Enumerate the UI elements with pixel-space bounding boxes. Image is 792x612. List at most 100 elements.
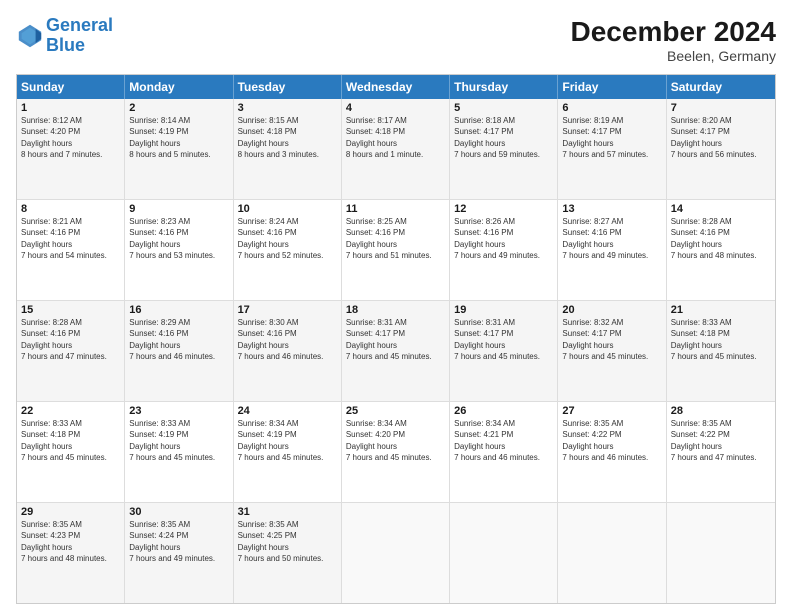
- calendar-day-10: 10 Sunrise: 8:24 AMSunset: 4:16 PMDaylig…: [234, 200, 342, 300]
- day-number: 29: [21, 506, 120, 518]
- day-info: Sunrise: 8:17 AMSunset: 4:18 PMDaylight …: [346, 116, 423, 159]
- header-day-saturday: Saturday: [667, 75, 775, 99]
- calendar-row-1: 1 Sunrise: 8:12 AMSunset: 4:20 PMDayligh…: [17, 99, 775, 200]
- day-number: 19: [454, 304, 553, 316]
- calendar-day-15: 15 Sunrise: 8:28 AMSunset: 4:16 PMDaylig…: [17, 301, 125, 401]
- calendar-empty-cell: [342, 503, 450, 603]
- day-number: 10: [238, 203, 337, 215]
- calendar-day-29: 29 Sunrise: 8:35 AMSunset: 4:23 PMDaylig…: [17, 503, 125, 603]
- day-info: Sunrise: 8:21 AMSunset: 4:16 PMDaylight …: [21, 217, 107, 260]
- day-info: Sunrise: 8:12 AMSunset: 4:20 PMDaylight …: [21, 116, 102, 159]
- day-number: 4: [346, 102, 445, 114]
- day-number: 25: [346, 405, 445, 417]
- day-number: 20: [562, 304, 661, 316]
- calendar-day-9: 9 Sunrise: 8:23 AMSunset: 4:16 PMDayligh…: [125, 200, 233, 300]
- calendar-day-17: 17 Sunrise: 8:30 AMSunset: 4:16 PMDaylig…: [234, 301, 342, 401]
- calendar-empty-cell: [667, 503, 775, 603]
- calendar-day-20: 20 Sunrise: 8:32 AMSunset: 4:17 PMDaylig…: [558, 301, 666, 401]
- calendar-day-4: 4 Sunrise: 8:17 AMSunset: 4:18 PMDayligh…: [342, 99, 450, 199]
- calendar-day-5: 5 Sunrise: 8:18 AMSunset: 4:17 PMDayligh…: [450, 99, 558, 199]
- header-day-thursday: Thursday: [450, 75, 558, 99]
- day-info: Sunrise: 8:25 AMSunset: 4:16 PMDaylight …: [346, 217, 432, 260]
- calendar-day-6: 6 Sunrise: 8:19 AMSunset: 4:17 PMDayligh…: [558, 99, 666, 199]
- calendar: SundayMondayTuesdayWednesdayThursdayFrid…: [16, 74, 776, 604]
- calendar-row-2: 8 Sunrise: 8:21 AMSunset: 4:16 PMDayligh…: [17, 200, 775, 301]
- day-number: 3: [238, 102, 337, 114]
- day-info: Sunrise: 8:23 AMSunset: 4:16 PMDaylight …: [129, 217, 215, 260]
- day-number: 28: [671, 405, 771, 417]
- day-number: 5: [454, 102, 553, 114]
- main-title: December 2024: [571, 16, 776, 48]
- calendar-body: 1 Sunrise: 8:12 AMSunset: 4:20 PMDayligh…: [17, 99, 775, 603]
- calendar-day-24: 24 Sunrise: 8:34 AMSunset: 4:19 PMDaylig…: [234, 402, 342, 502]
- title-area: December 2024 Beelen, Germany: [571, 16, 776, 64]
- day-info: Sunrise: 8:35 AMSunset: 4:24 PMDaylight …: [129, 520, 215, 563]
- calendar-row-4: 22 Sunrise: 8:33 AMSunset: 4:18 PMDaylig…: [17, 402, 775, 503]
- calendar-header: SundayMondayTuesdayWednesdayThursdayFrid…: [17, 75, 775, 99]
- day-number: 17: [238, 304, 337, 316]
- day-number: 7: [671, 102, 771, 114]
- calendar-day-27: 27 Sunrise: 8:35 AMSunset: 4:22 PMDaylig…: [558, 402, 666, 502]
- day-info: Sunrise: 8:27 AMSunset: 4:16 PMDaylight …: [562, 217, 648, 260]
- day-info: Sunrise: 8:19 AMSunset: 4:17 PMDaylight …: [562, 116, 648, 159]
- day-number: 2: [129, 102, 228, 114]
- subtitle: Beelen, Germany: [571, 48, 776, 64]
- calendar-day-3: 3 Sunrise: 8:15 AMSunset: 4:18 PMDayligh…: [234, 99, 342, 199]
- logo-area: General Blue: [16, 16, 113, 56]
- day-number: 6: [562, 102, 661, 114]
- calendar-day-25: 25 Sunrise: 8:34 AMSunset: 4:20 PMDaylig…: [342, 402, 450, 502]
- header-day-wednesday: Wednesday: [342, 75, 450, 99]
- day-number: 30: [129, 506, 228, 518]
- day-info: Sunrise: 8:34 AMSunset: 4:21 PMDaylight …: [454, 419, 540, 462]
- logo-line1: General: [46, 15, 113, 35]
- day-number: 14: [671, 203, 771, 215]
- day-number: 1: [21, 102, 120, 114]
- day-number: 31: [238, 506, 337, 518]
- calendar-day-12: 12 Sunrise: 8:26 AMSunset: 4:16 PMDaylig…: [450, 200, 558, 300]
- day-info: Sunrise: 8:14 AMSunset: 4:19 PMDaylight …: [129, 116, 210, 159]
- calendar-day-11: 11 Sunrise: 8:25 AMSunset: 4:16 PMDaylig…: [342, 200, 450, 300]
- calendar-day-26: 26 Sunrise: 8:34 AMSunset: 4:21 PMDaylig…: [450, 402, 558, 502]
- header: General Blue December 2024 Beelen, Germa…: [16, 16, 776, 64]
- day-info: Sunrise: 8:33 AMSunset: 4:19 PMDaylight …: [129, 419, 215, 462]
- day-info: Sunrise: 8:33 AMSunset: 4:18 PMDaylight …: [21, 419, 107, 462]
- day-info: Sunrise: 8:35 AMSunset: 4:22 PMDaylight …: [562, 419, 648, 462]
- logo-icon: [16, 22, 44, 50]
- calendar-day-18: 18 Sunrise: 8:31 AMSunset: 4:17 PMDaylig…: [342, 301, 450, 401]
- day-info: Sunrise: 8:30 AMSunset: 4:16 PMDaylight …: [238, 318, 324, 361]
- day-info: Sunrise: 8:32 AMSunset: 4:17 PMDaylight …: [562, 318, 648, 361]
- calendar-day-28: 28 Sunrise: 8:35 AMSunset: 4:22 PMDaylig…: [667, 402, 775, 502]
- day-info: Sunrise: 8:34 AMSunset: 4:20 PMDaylight …: [346, 419, 432, 462]
- day-info: Sunrise: 8:35 AMSunset: 4:25 PMDaylight …: [238, 520, 324, 563]
- calendar-day-22: 22 Sunrise: 8:33 AMSunset: 4:18 PMDaylig…: [17, 402, 125, 502]
- header-day-monday: Monday: [125, 75, 233, 99]
- day-number: 12: [454, 203, 553, 215]
- day-info: Sunrise: 8:24 AMSunset: 4:16 PMDaylight …: [238, 217, 324, 260]
- logo-line2: Blue: [46, 35, 85, 55]
- day-number: 11: [346, 203, 445, 215]
- day-number: 26: [454, 405, 553, 417]
- day-info: Sunrise: 8:28 AMSunset: 4:16 PMDaylight …: [671, 217, 757, 260]
- calendar-day-14: 14 Sunrise: 8:28 AMSunset: 4:16 PMDaylig…: [667, 200, 775, 300]
- calendar-day-30: 30 Sunrise: 8:35 AMSunset: 4:24 PMDaylig…: [125, 503, 233, 603]
- calendar-day-23: 23 Sunrise: 8:33 AMSunset: 4:19 PMDaylig…: [125, 402, 233, 502]
- day-info: Sunrise: 8:35 AMSunset: 4:23 PMDaylight …: [21, 520, 107, 563]
- day-number: 24: [238, 405, 337, 417]
- header-day-tuesday: Tuesday: [234, 75, 342, 99]
- day-number: 23: [129, 405, 228, 417]
- day-info: Sunrise: 8:28 AMSunset: 4:16 PMDaylight …: [21, 318, 107, 361]
- calendar-day-2: 2 Sunrise: 8:14 AMSunset: 4:19 PMDayligh…: [125, 99, 233, 199]
- day-info: Sunrise: 8:18 AMSunset: 4:17 PMDaylight …: [454, 116, 540, 159]
- day-number: 9: [129, 203, 228, 215]
- day-info: Sunrise: 8:15 AMSunset: 4:18 PMDaylight …: [238, 116, 319, 159]
- day-info: Sunrise: 8:31 AMSunset: 4:17 PMDaylight …: [346, 318, 432, 361]
- day-info: Sunrise: 8:20 AMSunset: 4:17 PMDaylight …: [671, 116, 757, 159]
- day-number: 16: [129, 304, 228, 316]
- calendar-row-3: 15 Sunrise: 8:28 AMSunset: 4:16 PMDaylig…: [17, 301, 775, 402]
- calendar-day-19: 19 Sunrise: 8:31 AMSunset: 4:17 PMDaylig…: [450, 301, 558, 401]
- day-number: 15: [21, 304, 120, 316]
- day-number: 18: [346, 304, 445, 316]
- calendar-row-5: 29 Sunrise: 8:35 AMSunset: 4:23 PMDaylig…: [17, 503, 775, 603]
- page: General Blue December 2024 Beelen, Germa…: [0, 0, 792, 612]
- day-number: 22: [21, 405, 120, 417]
